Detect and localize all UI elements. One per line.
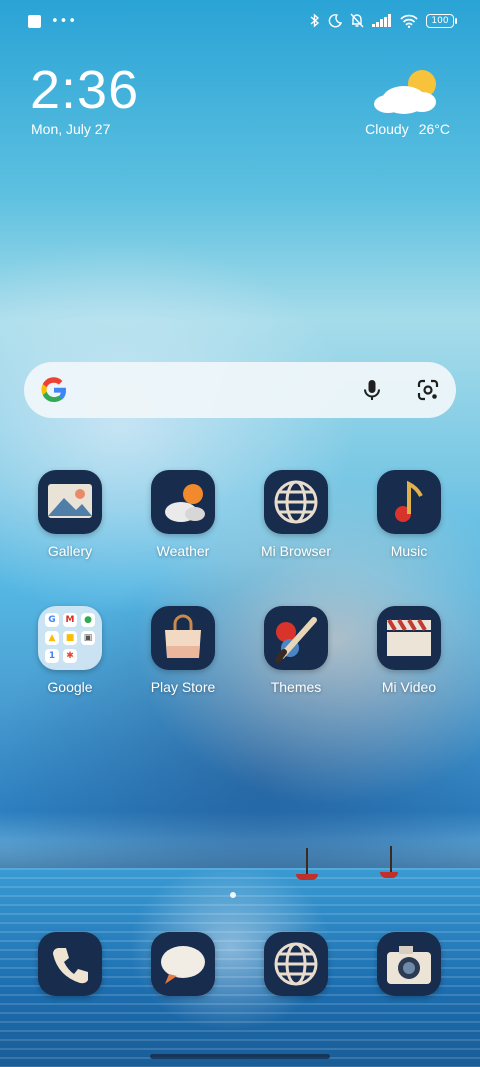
- lens-icon[interactable]: [416, 378, 440, 402]
- bluetooth-icon: [310, 13, 320, 28]
- clock-date[interactable]: Mon, July 27: [31, 121, 110, 137]
- app-music[interactable]: Music: [359, 470, 459, 559]
- app-label: Mi Browser: [260, 543, 331, 559]
- one-icon: 1: [45, 649, 59, 663]
- bell-off-icon: [350, 13, 364, 28]
- meet-icon: ■: [63, 631, 77, 645]
- app-label: Weather: [156, 543, 210, 559]
- google-search-bar[interactable]: [24, 362, 456, 418]
- moon-icon: [328, 13, 342, 27]
- dock-phone[interactable]: [20, 932, 120, 996]
- messages-icon: [151, 932, 215, 996]
- app-label: Play Store: [150, 679, 216, 695]
- clock-time[interactable]: 2:36: [30, 58, 139, 122]
- dock-browser[interactable]: [246, 932, 346, 996]
- wifi-icon: [400, 14, 418, 28]
- photos-icon: ✱: [63, 649, 77, 663]
- dock-camera[interactable]: [359, 932, 459, 996]
- app-label: Themes: [270, 679, 322, 695]
- weather-temperature: 26°C: [418, 121, 450, 137]
- more-notifications-icon: •••: [51, 13, 78, 29]
- folder-icon: G M ● ▲ ■ ▣ 1 ✱: [38, 606, 102, 670]
- app-themes[interactable]: Themes: [246, 606, 346, 695]
- globe-icon: [264, 470, 328, 534]
- app-mi-video[interactable]: Mi Video: [359, 606, 459, 695]
- browser-icon: [264, 932, 328, 996]
- app-label: Gallery: [47, 543, 93, 559]
- app-weather[interactable]: Weather: [133, 470, 233, 559]
- app-label: Music: [390, 543, 428, 559]
- weather-icon: [151, 470, 215, 534]
- clapperboard-icon: [377, 606, 441, 670]
- page-indicator: [230, 892, 236, 898]
- photos-frame-icon: ▣: [81, 631, 95, 645]
- camera-icon: [377, 932, 441, 996]
- status-bar: ••• 100: [0, 10, 480, 36]
- weather-text[interactable]: Cloudy 26°C: [365, 121, 450, 137]
- app-label: Mi Video: [381, 679, 437, 695]
- dock-messages[interactable]: [133, 932, 233, 996]
- battery-icon: 100: [426, 13, 457, 28]
- notification-square-icon: [28, 15, 41, 28]
- folder-google[interactable]: G M ● ▲ ■ ▣ 1 ✱ Google: [20, 606, 120, 695]
- sailboat: [296, 848, 318, 880]
- microphone-icon[interactable]: [360, 378, 384, 402]
- google-icon: G: [45, 613, 59, 627]
- signal-icon: [372, 14, 391, 27]
- app-mi-browser[interactable]: Mi Browser: [246, 470, 346, 559]
- shopping-bag-icon: [151, 606, 215, 670]
- music-note-icon: [377, 470, 441, 534]
- weather-condition: Cloudy: [365, 121, 409, 137]
- app-gallery[interactable]: Gallery: [20, 470, 120, 559]
- distant-mountains: [0, 840, 480, 870]
- gmail-icon: M: [63, 613, 77, 627]
- phone-icon: [38, 932, 102, 996]
- app-label: Google: [47, 679, 93, 695]
- drive-icon: ▲: [45, 631, 59, 645]
- home-gesture-bar[interactable]: [150, 1054, 330, 1059]
- app-play-store[interactable]: Play Store: [133, 606, 233, 695]
- google-icon: [41, 377, 67, 403]
- gallery-icon: [38, 470, 102, 534]
- maps-icon: ●: [81, 613, 95, 627]
- paintbrush-icon: [264, 606, 328, 670]
